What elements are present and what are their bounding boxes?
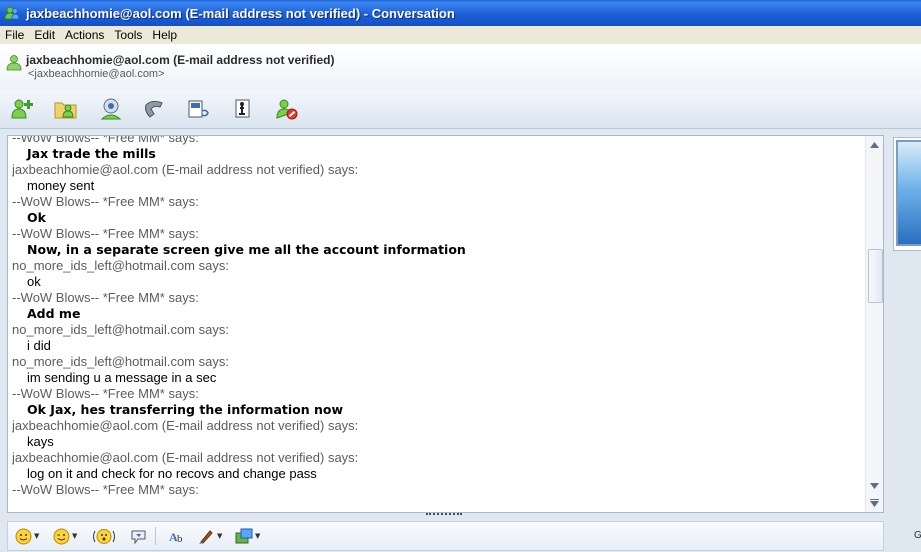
- video-call-icon[interactable]: [96, 96, 126, 122]
- sender-line: jaxbeachhomie@aol.com (E-mail address no…: [12, 418, 359, 433]
- message-text: Ok: [27, 210, 46, 225]
- contact-status-icon: [6, 55, 22, 71]
- title-bar: jaxbeachhomie@aol.com (E-mail address no…: [0, 0, 921, 26]
- sender-line: --WoW Blows-- *Free MM* says:: [12, 386, 199, 401]
- block-icon[interactable]: [272, 96, 302, 122]
- menu-file[interactable]: File: [0, 26, 29, 44]
- message-text: im sending u a message in a sec: [27, 370, 217, 385]
- action-toolbar: [0, 90, 921, 129]
- emoticon-icon[interactable]: ▼: [15, 527, 39, 545]
- sender-line: --WoW Blows-- *Free MM* says:: [12, 226, 199, 241]
- sender-line: jaxbeachhomie@aol.com (E-mail address no…: [12, 450, 359, 465]
- message-text: Now, in a separate screen give me all th…: [27, 242, 466, 257]
- sender-line: jaxbeachhomie@aol.com (E-mail address no…: [12, 162, 359, 177]
- sender-line: --WoW Blows-- *Free MM* says:: [12, 194, 199, 209]
- message-text: kays: [27, 434, 54, 449]
- send-files-icon[interactable]: [51, 96, 81, 122]
- sender-line: no_more_ids_left@hotmail.com says:: [12, 354, 229, 369]
- message-text: log on it and check for no recovs and ch…: [27, 466, 317, 481]
- nudge-icon[interactable]: [92, 527, 116, 545]
- sender-line: --WoW Blows-- *Free MM* says:: [12, 290, 199, 305]
- message-list: --WoW Blows-- *Free MM* says: Jax trade t…: [12, 135, 862, 498]
- side-panel-label: G: [914, 530, 921, 541]
- sender-line: --WoW Blows-- *Free MM* says:: [12, 135, 199, 145]
- conversation-history[interactable]: --WoW Blows-- *Free MM* says: Jax trade t…: [7, 135, 884, 513]
- message-text: Add me: [27, 306, 81, 321]
- invite-contact-icon[interactable]: [8, 96, 38, 122]
- message-text: ok: [27, 274, 41, 289]
- sender-line: no_more_ids_left@hotmail.com says:: [12, 322, 229, 337]
- call-icon[interactable]: [140, 96, 170, 122]
- handwriting-icon[interactable]: ▼: [235, 527, 260, 545]
- menu-actions[interactable]: Actions: [60, 26, 109, 44]
- window-title: jaxbeachhomie@aol.com (E-mail address no…: [26, 5, 455, 21]
- format-toolbar: ▼ ▼ Ab ▼ ▼: [7, 521, 884, 551]
- messenger-icon: [4, 6, 20, 20]
- sender-line: --WoW Blows-- *Free MM* says:: [12, 482, 199, 497]
- voice-clip-icon[interactable]: [130, 527, 147, 545]
- scroll-down-arrow[interactable]: [866, 477, 883, 494]
- scroll-end-arrow[interactable]: [866, 494, 883, 511]
- menu-edit[interactable]: Edit: [29, 26, 60, 44]
- conversation-scrollbar[interactable]: [865, 136, 883, 512]
- contact-email: <jaxbeachhomie@aol.com>: [28, 68, 165, 80]
- contact-header: jaxbeachhomie@aol.com (E-mail address no…: [0, 44, 921, 90]
- svg-text:b: b: [177, 533, 183, 545]
- display-picture[interactable]: [896, 140, 921, 246]
- scroll-up-arrow[interactable]: [866, 136, 883, 153]
- message-text: Jax trade the mills: [27, 146, 156, 161]
- message-text: i did: [27, 338, 51, 353]
- menu-bar: File Edit Actions Tools Help: [0, 26, 921, 44]
- pane-splitter[interactable]: [426, 513, 462, 519]
- activities-icon[interactable]: [184, 96, 214, 122]
- contact-name: jaxbeachhomie@aol.com (E-mail address no…: [26, 53, 335, 67]
- menu-help[interactable]: Help: [147, 26, 182, 44]
- sender-line: no_more_ids_left@hotmail.com says:: [12, 258, 229, 273]
- wink-icon[interactable]: ▼: [53, 527, 77, 545]
- games-icon[interactable]: [228, 96, 258, 122]
- message-text: money sent: [27, 178, 95, 193]
- message-text: Ok Jax, hes transferring the information…: [27, 402, 344, 417]
- font-icon[interactable]: Ab: [168, 527, 188, 545]
- menu-tools[interactable]: Tools: [109, 26, 147, 44]
- scroll-thumb[interactable]: [868, 249, 883, 303]
- background-icon[interactable]: ▼: [198, 527, 222, 545]
